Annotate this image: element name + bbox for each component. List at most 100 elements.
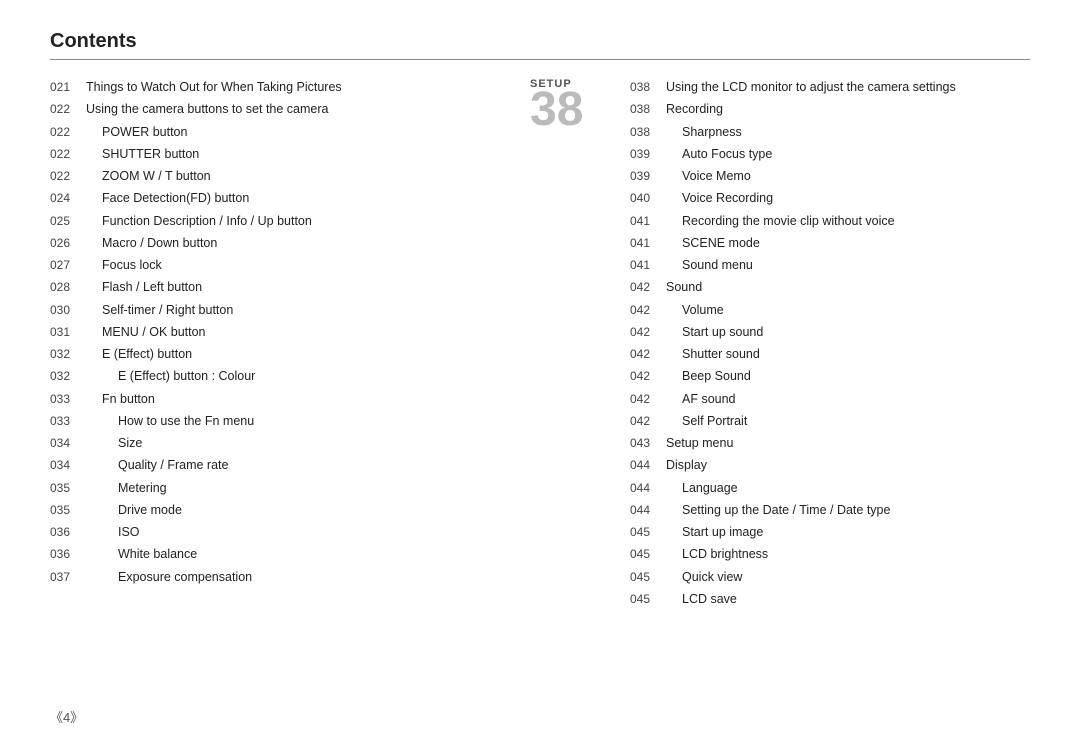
entry-number: 041 — [630, 234, 666, 252]
page-title: Contents — [50, 30, 1030, 60]
entry-label: How to use the Fn menu — [86, 412, 254, 431]
list-item: 041SCENE mode — [630, 234, 1030, 253]
list-item: 022Using the camera buttons to set the c… — [50, 100, 520, 119]
entry-number: 044 — [630, 479, 666, 497]
entry-number: 022 — [50, 123, 86, 141]
entry-number: 042 — [630, 412, 666, 430]
entry-number: 039 — [630, 145, 666, 163]
entry-number: 036 — [50, 545, 86, 563]
list-item: 026Macro / Down button — [50, 234, 520, 253]
entry-number: 038 — [630, 78, 666, 96]
list-item: 042Self Portrait — [630, 412, 1030, 431]
list-item: 033How to use the Fn menu — [50, 412, 520, 431]
entry-label: LCD brightness — [666, 545, 768, 564]
entry-number: 024 — [50, 189, 86, 207]
entry-label: Setup menu — [666, 434, 733, 453]
entry-label: LCD save — [666, 590, 737, 609]
list-item: 038Using the LCD monitor to adjust the c… — [630, 78, 1030, 97]
entry-label: Recording — [666, 100, 723, 119]
entry-label: Self Portrait — [666, 412, 747, 431]
entry-number: 021 — [50, 78, 86, 96]
title-section: Contents — [50, 30, 1030, 60]
entry-number: 028 — [50, 278, 86, 296]
entry-label: Function Description / Info / Up button — [86, 212, 312, 231]
entry-label: POWER button — [86, 123, 187, 142]
entry-label: Sound menu — [666, 256, 753, 275]
entry-label: ZOOM W / T button — [86, 167, 211, 186]
setup-number: 38 — [530, 86, 583, 134]
list-item: 022POWER button — [50, 123, 520, 142]
entry-number: 033 — [50, 412, 86, 430]
entry-number: 042 — [630, 345, 666, 363]
entry-label: Face Detection(FD) button — [86, 189, 249, 208]
entry-number: 045 — [630, 545, 666, 563]
entry-number: 045 — [630, 590, 666, 608]
list-item: 028Flash / Left button — [50, 278, 520, 297]
entry-number: 044 — [630, 501, 666, 519]
entry-label: Shutter sound — [666, 345, 760, 364]
entry-number: 032 — [50, 367, 86, 385]
entry-label: MENU / OK button — [86, 323, 206, 342]
list-item: 039Auto Focus type — [630, 145, 1030, 164]
list-item: 039Voice Memo — [630, 167, 1030, 186]
entry-label: Metering — [86, 479, 167, 498]
entry-number: 035 — [50, 501, 86, 519]
list-item: 032E (Effect) button — [50, 345, 520, 364]
entry-label: Size — [86, 434, 142, 453]
list-item: 041Sound menu — [630, 256, 1030, 275]
entry-number: 038 — [630, 123, 666, 141]
list-item: 044Setting up the Date / Time / Date typ… — [630, 501, 1030, 520]
list-item: 042Volume — [630, 301, 1030, 320]
entry-label: Start up image — [666, 523, 763, 542]
entry-number: 043 — [630, 434, 666, 452]
entry-label: Beep Sound — [666, 367, 751, 386]
entry-number: 027 — [50, 256, 86, 274]
entry-number: 022 — [50, 167, 86, 185]
list-item: 034Quality / Frame rate — [50, 456, 520, 475]
list-item: 036White balance — [50, 545, 520, 564]
entry-label: Sound — [666, 278, 702, 297]
left-column: 021Things to Watch Out for When Taking P… — [50, 78, 550, 612]
list-item: 042Shutter sound — [630, 345, 1030, 364]
list-item: 042Start up sound — [630, 323, 1030, 342]
list-item: 036ISO — [50, 523, 520, 542]
entry-number: 036 — [50, 523, 86, 541]
entry-label: Fn button — [86, 390, 155, 409]
entry-number: 042 — [630, 301, 666, 319]
list-item: 043Setup menu — [630, 434, 1030, 453]
entry-label: Exposure compensation — [86, 568, 252, 587]
entry-number: 041 — [630, 256, 666, 274]
entry-label: Volume — [666, 301, 724, 320]
list-item: 022SHUTTER button — [50, 145, 520, 164]
entry-label: Setting up the Date / Time / Date type — [666, 501, 890, 520]
entry-number: 034 — [50, 456, 86, 474]
entry-label: Start up sound — [666, 323, 763, 342]
setup-label: SETUP 38 — [530, 78, 583, 134]
entry-number: 042 — [630, 278, 666, 296]
list-item: 038Sharpness — [630, 123, 1030, 142]
entry-number: 039 — [630, 167, 666, 185]
list-item: 033Fn button — [50, 390, 520, 409]
list-item: 038Recording — [630, 100, 1030, 119]
list-item: 045LCD brightness — [630, 545, 1030, 564]
entry-label: Flash / Left button — [86, 278, 202, 297]
entry-number: 037 — [50, 568, 86, 586]
list-item: 022ZOOM W / T button — [50, 167, 520, 186]
entry-label: Language — [666, 479, 738, 498]
entry-label: Macro / Down button — [86, 234, 217, 253]
entry-number: 045 — [630, 568, 666, 586]
entry-label: SHUTTER button — [86, 145, 199, 164]
entry-label: Display — [666, 456, 707, 475]
entry-number: 032 — [50, 345, 86, 363]
entry-label: Self-timer / Right button — [86, 301, 233, 320]
entry-number: 022 — [50, 145, 86, 163]
list-item: 042Sound — [630, 278, 1030, 297]
entry-number: 030 — [50, 301, 86, 319]
list-item: 040Voice Recording — [630, 189, 1030, 208]
entry-number: 025 — [50, 212, 86, 230]
list-item: 032E (Effect) button : Colour — [50, 367, 520, 386]
entry-number: 026 — [50, 234, 86, 252]
entry-number: 040 — [630, 189, 666, 207]
list-item: 031MENU / OK button — [50, 323, 520, 342]
entry-number: 033 — [50, 390, 86, 408]
